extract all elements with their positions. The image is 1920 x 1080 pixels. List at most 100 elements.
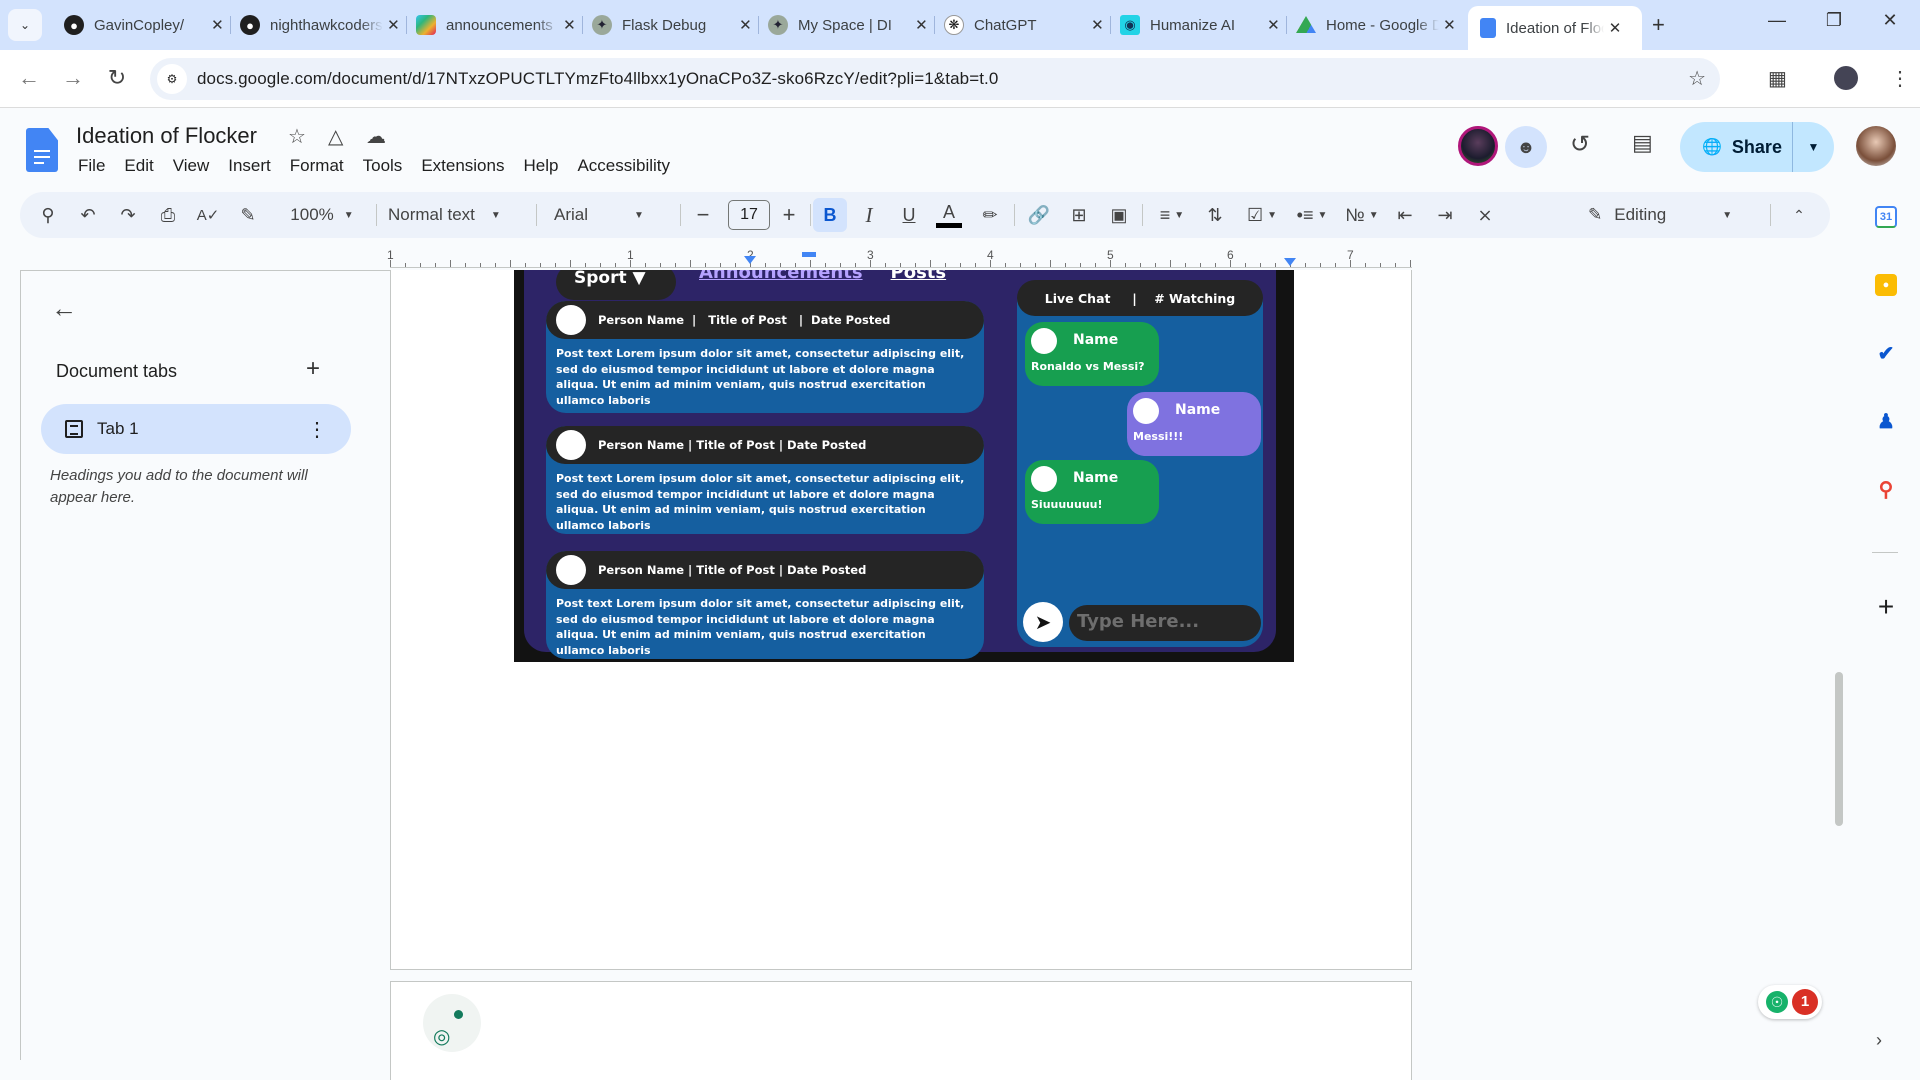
profile-avatar[interactable]	[1834, 66, 1858, 90]
back-button[interactable]: ←	[14, 65, 44, 91]
italic-button[interactable]: I	[854, 192, 884, 238]
numbered-list-select[interactable]: № ▼	[1340, 192, 1384, 238]
close-outline-button[interactable]: ←	[51, 293, 77, 324]
menu-view[interactable]: View	[173, 156, 210, 176]
decrease-indent-icon[interactable]: ⇤	[1390, 192, 1420, 238]
menu-file[interactable]: File	[78, 156, 105, 176]
vertical-scrollbar[interactable]	[1835, 672, 1843, 826]
search-menus-icon[interactable]: ⚲	[34, 192, 62, 238]
bulleted-list-select[interactable]: •≡ ▼	[1290, 192, 1334, 238]
keep-icon[interactable]: ●	[1875, 274, 1897, 296]
hide-menus-icon[interactable]: ⌃	[1784, 192, 1814, 238]
menu-edit[interactable]: Edit	[124, 156, 153, 176]
minimize-button[interactable]: —	[1757, 10, 1797, 31]
menu-tools[interactable]: Tools	[363, 156, 403, 176]
print-icon[interactable]: ⎙	[154, 192, 182, 238]
browser-tab[interactable]: Home - Google Drive ✕	[1284, 6, 1460, 44]
gemini-assist-button[interactable]: ◎	[423, 994, 481, 1052]
close-window-button[interactable]: ✕	[1870, 10, 1910, 31]
paint-format-icon[interactable]: ✎	[234, 192, 262, 238]
browser-tab[interactable]: ❋ ChatGPT ✕	[932, 6, 1111, 44]
browser-tab[interactable]: ● nighthawkcoders ✕	[228, 6, 407, 44]
spellcheck-icon[interactable]: A✓	[194, 192, 222, 238]
calendar-icon[interactable]: 31	[1875, 206, 1897, 228]
paragraph-style-select[interactable]: Normal text ▼	[388, 192, 528, 238]
omnibox[interactable]: ⚙ docs.google.com/document/d/17NTxzOPUCT…	[150, 58, 1720, 100]
bookmark-star-icon[interactable]: ☆	[1688, 66, 1706, 91]
bold-button[interactable]: B	[813, 198, 847, 232]
cloud-saved-icon[interactable]: ☁	[366, 124, 386, 149]
close-tab-icon[interactable]: ✕	[1087, 16, 1108, 34]
version-history-icon[interactable]: ↺	[1570, 130, 1590, 159]
redo-icon[interactable]: ↷	[114, 192, 142, 238]
menu-extensions[interactable]: Extensions	[421, 156, 504, 176]
increase-indent-icon[interactable]: ⇥	[1430, 192, 1460, 238]
menu-insert[interactable]: Insert	[228, 156, 271, 176]
insert-image-icon[interactable]: ▣	[1104, 192, 1134, 238]
horizontal-ruler[interactable]: 11234567	[387, 248, 1412, 268]
star-icon[interactable]: ☆	[288, 124, 306, 149]
zoom-select[interactable]: 100% ▼	[282, 192, 362, 238]
maps-icon[interactable]: ⚲	[1875, 478, 1897, 501]
browser-tab[interactable]: ◉ Humanize AI ✕	[1108, 6, 1287, 44]
browser-tab[interactable]: ✦ Flask Debug ✕	[580, 6, 759, 44]
extensions-icon[interactable]: ▦	[1768, 66, 1787, 91]
clear-formatting-icon[interactable]: ⨯	[1470, 192, 1500, 238]
add-tab-button[interactable]: +	[306, 355, 320, 383]
browser-tab[interactable]: announcements ✕	[404, 6, 583, 44]
reload-button[interactable]: ↻	[102, 65, 132, 91]
tab-search-button[interactable]: ⌄	[8, 9, 42, 41]
insert-link-icon[interactable]: 🔗	[1024, 192, 1054, 238]
expand-side-panel-icon[interactable]: ›	[1876, 1030, 1882, 1051]
menu-format[interactable]: Format	[290, 156, 344, 176]
browser-menu-icon[interactable]: ⋮	[1890, 66, 1910, 91]
share-button[interactable]: 🌐 Share	[1680, 122, 1792, 172]
docs-logo[interactable]	[26, 128, 58, 172]
close-tab-icon[interactable]: ✕	[735, 16, 756, 34]
show-chat-button[interactable]: ☻	[1505, 126, 1547, 168]
close-tab-icon[interactable]: ✕	[383, 16, 404, 34]
document-title[interactable]: Ideation of Flocker	[76, 123, 257, 149]
checklist-select[interactable]: ☑ ▼	[1240, 192, 1284, 238]
close-tab-icon[interactable]: ✕	[911, 16, 932, 34]
account-avatar[interactable]	[1856, 126, 1896, 166]
close-tab-icon[interactable]: ✕	[207, 16, 228, 34]
flocker-mockup-image[interactable]: Sport ▼ Announcements Posts Person Name |…	[514, 270, 1294, 662]
browser-tab[interactable]: ● GavinCopley/ ✕	[52, 6, 231, 44]
underline-button[interactable]: U	[894, 192, 924, 238]
browser-tab-active[interactable]: Ideation of Flocker ✕	[1468, 6, 1642, 50]
collaborator-avatar[interactable]	[1458, 126, 1498, 166]
menu-accessibility[interactable]: Accessibility	[577, 156, 670, 176]
browser-tab[interactable]: ✦ My Space | DI ✕	[756, 6, 935, 44]
close-tab-icon[interactable]: ✕	[1439, 16, 1460, 34]
first-line-indent-marker[interactable]	[802, 252, 816, 257]
comments-icon[interactable]: ▤	[1632, 130, 1653, 156]
close-tab-icon[interactable]: ✕	[559, 16, 580, 34]
contacts-icon[interactable]: ♟	[1875, 410, 1897, 433]
forward-button[interactable]: →	[58, 65, 88, 91]
site-info-icon[interactable]: ⚙	[157, 64, 187, 94]
restore-button[interactable]: ❐	[1814, 10, 1854, 31]
increase-font-size-button[interactable]: +	[774, 192, 804, 238]
editing-mode-select[interactable]: ✎ Editing ▼	[1588, 192, 1748, 238]
get-add-ons-icon[interactable]: +	[1875, 591, 1897, 622]
new-tab-button[interactable]: +	[1652, 12, 1665, 38]
undo-icon[interactable]: ↶	[74, 192, 102, 238]
share-dropdown-button[interactable]: ▼	[1792, 122, 1834, 172]
notification-badge[interactable]: ☉ 1	[1758, 985, 1822, 1019]
document-page-2[interactable]: ◎	[390, 981, 1412, 1080]
tasks-icon[interactable]: ✔	[1875, 342, 1897, 365]
text-color-button[interactable]: A	[934, 192, 964, 238]
highlight-color-icon[interactable]: ✏	[975, 192, 1005, 238]
line-spacing-icon[interactable]: ⇅	[1200, 192, 1230, 238]
align-select[interactable]: ≡ ▼	[1150, 192, 1194, 238]
more-options-icon[interactable]: ⋮	[307, 417, 327, 442]
font-size-input[interactable]: 17	[728, 200, 770, 230]
move-to-drive-icon[interactable]: △	[328, 124, 343, 149]
font-select[interactable]: Arial ▼	[554, 192, 674, 238]
add-comment-icon[interactable]: ⊞	[1064, 192, 1094, 238]
document-tab-item[interactable]: Tab 1 ⋮	[41, 404, 351, 454]
left-indent-marker[interactable]	[744, 256, 756, 264]
decrease-font-size-button[interactable]: −	[688, 192, 718, 238]
menu-help[interactable]: Help	[523, 156, 558, 176]
